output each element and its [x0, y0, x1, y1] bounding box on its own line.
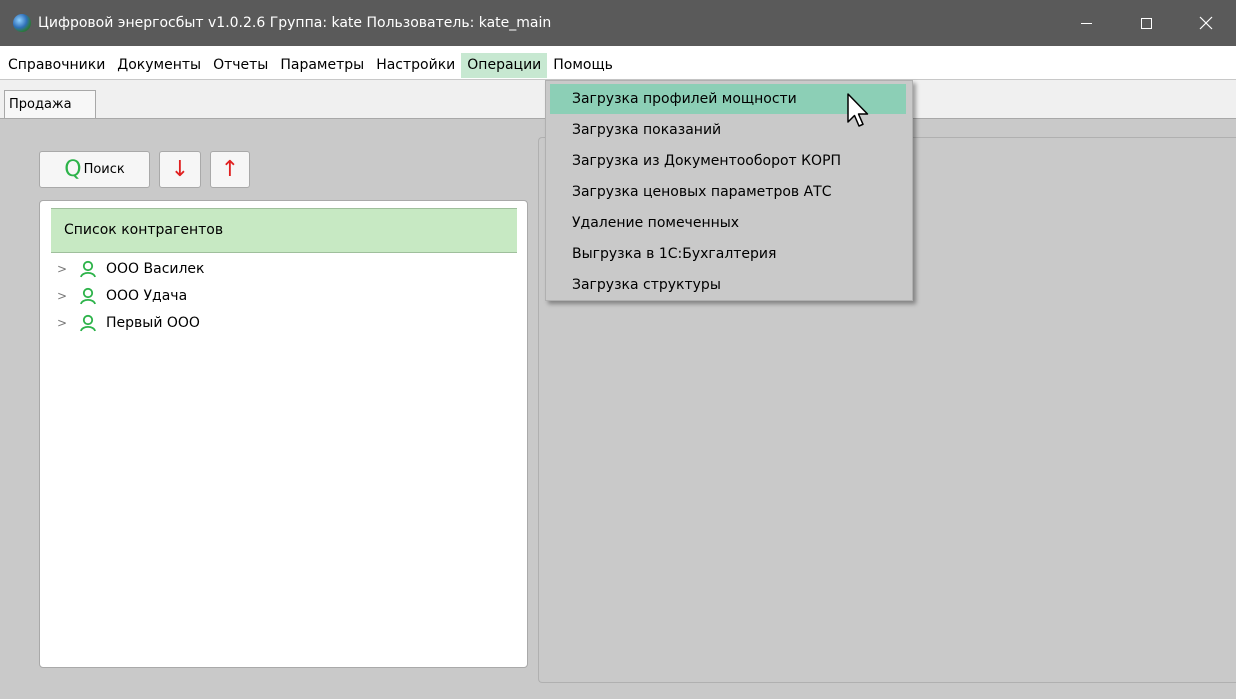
minimize-icon [1080, 22, 1092, 24]
globe-icon [13, 14, 31, 32]
close-button[interactable] [1176, 0, 1236, 46]
contractors-panel: Список контрагентов > ООО Василек > ООО … [39, 200, 528, 668]
tree-item-label: ООО Удача [106, 288, 188, 304]
move-down-button[interactable]: ↓ [159, 151, 201, 188]
arrow-up-icon: ↑ [220, 156, 240, 182]
mouse-pointer-icon [847, 93, 869, 127]
menu-parameters[interactable]: Параметры [274, 53, 370, 78]
tree-item[interactable]: > ООО Василек [57, 256, 205, 282]
person-icon [80, 314, 96, 332]
menu-directories[interactable]: Справочники [2, 53, 111, 78]
maximize-button[interactable] [1116, 0, 1176, 46]
chevron-right-icon[interactable]: > [57, 316, 69, 330]
tab-sales[interactable]: Продажа [4, 90, 96, 119]
menu-item-load-from-docflow[interactable]: Загрузка из Документооборот КОРП [550, 146, 906, 176]
window-controls [1056, 0, 1236, 46]
contractors-list-header: Список контрагентов [51, 208, 517, 253]
menu-item-load-price-params[interactable]: Загрузка ценовых параметров АТС [550, 177, 906, 207]
tree-item-label: ООО Василек [106, 261, 205, 277]
menu-reports[interactable]: Отчеты [207, 53, 274, 78]
arrow-down-icon: ↓ [170, 156, 190, 182]
person-icon [80, 287, 96, 305]
window-title: Цифровой энергосбыт v1.0.2.6 Группа: kat… [38, 15, 552, 31]
menu-item-export-1c[interactable]: Выгрузка в 1С:Бухгалтерия [550, 239, 906, 269]
menu-documents[interactable]: Документы [111, 53, 207, 78]
minimize-button[interactable] [1056, 0, 1116, 46]
search-button-label: Поиск [83, 162, 125, 177]
maximize-icon [1140, 17, 1152, 29]
menu-item-load-structure[interactable]: Загрузка структуры [550, 270, 906, 300]
tree-item[interactable]: > ООО Удача [57, 283, 187, 309]
chevron-right-icon[interactable]: > [57, 262, 69, 276]
title-bar: Цифровой энергосбыт v1.0.2.6 Группа: kat… [0, 0, 1236, 46]
menu-bar: Справочники Документы Отчеты Параметры Н… [0, 51, 1236, 80]
search-button[interactable]: Q Поиск [39, 151, 150, 188]
tree-item[interactable]: > Первый ООО [57, 310, 200, 336]
menu-operations[interactable]: Операции [461, 52, 548, 78]
menu-help[interactable]: Помощь [547, 53, 619, 78]
move-up-button[interactable]: ↑ [210, 151, 250, 188]
chevron-right-icon[interactable]: > [57, 289, 69, 303]
close-icon [1199, 16, 1213, 30]
menu-item-delete-marked[interactable]: Удаление помеченных [550, 208, 906, 238]
menu-settings[interactable]: Настройки [370, 53, 461, 78]
search-icon: Q [64, 156, 82, 182]
person-icon [80, 260, 96, 278]
tree-item-label: Первый ООО [106, 315, 200, 331]
